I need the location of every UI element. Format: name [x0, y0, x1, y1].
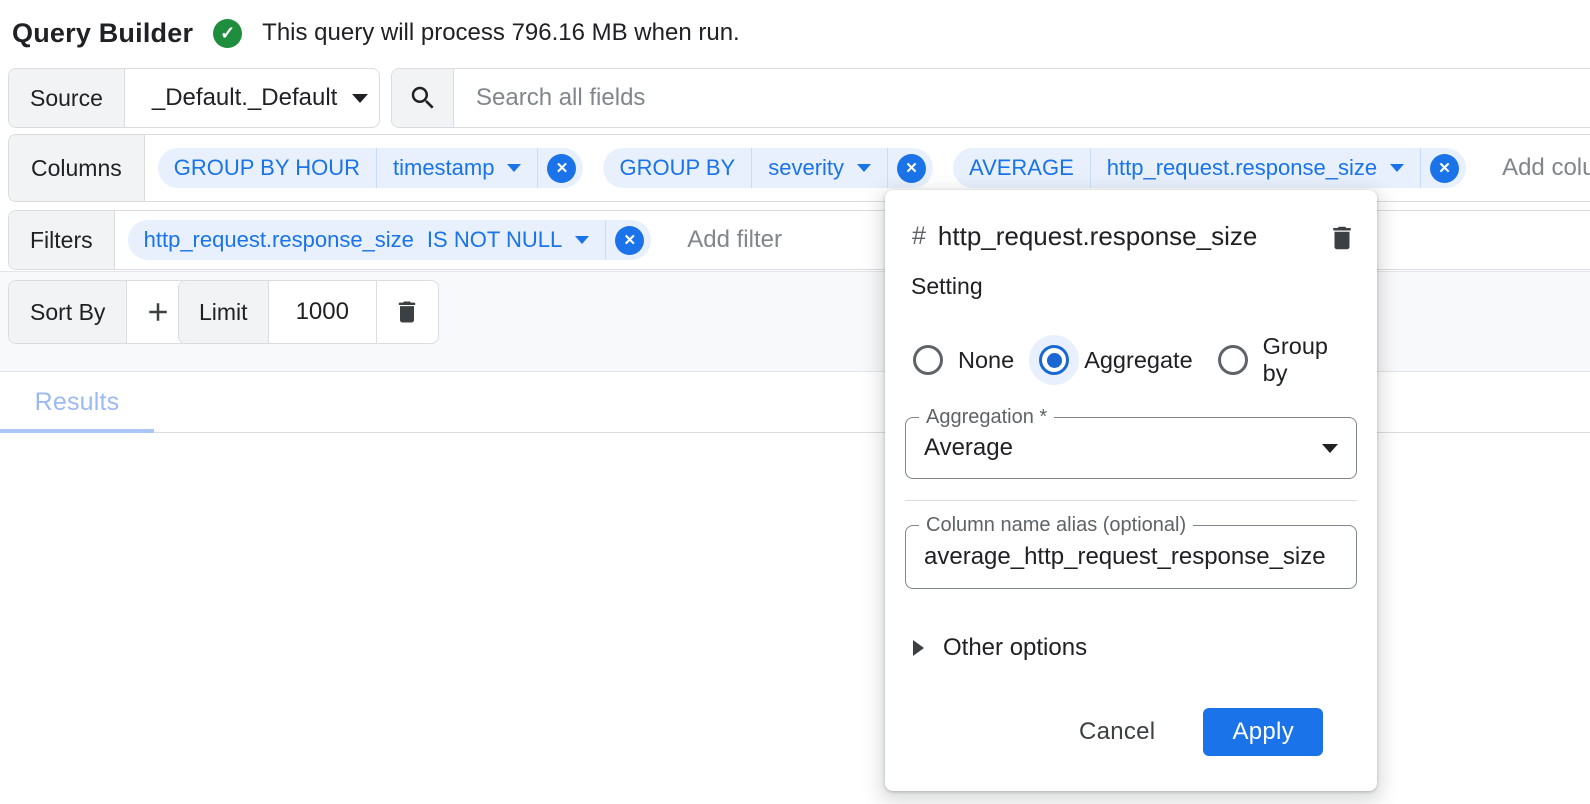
chevron-down-icon [1390, 164, 1404, 172]
chip-divider [537, 148, 538, 188]
chevron-down-icon [857, 164, 871, 172]
close-icon[interactable]: ✕ [897, 154, 926, 183]
aggregation-select-label: Aggregation * [919, 406, 1054, 429]
chip-divider [605, 220, 606, 260]
source-select-value: _Default._Default [152, 84, 337, 112]
filters-label: Filters [9, 211, 115, 269]
limit-value-field[interactable]: 1000 [269, 281, 376, 343]
dialog-title: http_request.response_size [938, 215, 1298, 257]
close-icon[interactable]: ✕ [1430, 154, 1459, 183]
column-chip-severity[interactable]: GROUP BY severity ✕ [603, 148, 933, 188]
source-label: Source [9, 69, 125, 127]
setting-radio-group: None Aggregate Group by [905, 333, 1357, 387]
add-column-input[interactable] [1500, 153, 1590, 183]
limit-box: Limit 1000 [178, 280, 439, 344]
filter-chip-response-size[interactable]: http_request.response_size IS NOT NULL ✕ [128, 220, 652, 260]
chip-operation[interactable]: AVERAGE [953, 155, 1090, 181]
radio-option-none[interactable]: None [913, 345, 1014, 375]
other-options-label: Other options [943, 634, 1087, 662]
sort-by-box: Sort By [8, 280, 189, 344]
expand-arrow-icon [913, 640, 924, 656]
chip-divider [887, 148, 888, 188]
dialog-header: # http_request.response_size [905, 215, 1357, 257]
filter-condition-label: IS NOT NULL [427, 227, 562, 253]
delete-column-button[interactable] [1327, 223, 1357, 253]
chip-field-label: severity [768, 155, 844, 181]
dialog-actions: Cancel Apply [905, 708, 1357, 756]
search-box [391, 68, 1590, 128]
trash-icon [1327, 223, 1357, 253]
radio-option-aggregate[interactable]: Aggregate [1039, 345, 1192, 375]
section-divider [905, 500, 1357, 501]
alias-input[interactable] [924, 543, 1338, 571]
delete-limit-button[interactable] [376, 281, 438, 343]
aggregation-select[interactable]: Aggregation * Average [905, 417, 1357, 479]
chip-field-select[interactable]: http_request.response_size [1091, 155, 1420, 181]
radio-option-group-by[interactable]: Group by [1218, 333, 1357, 387]
chip-field-label: timestamp [393, 155, 494, 181]
close-icon[interactable]: ✕ [615, 226, 644, 255]
number-type-icon: # [912, 222, 926, 251]
column-settings-dialog: # http_request.response_size Setting Non… [885, 190, 1377, 791]
header: Query Builder ✓ This query will process … [0, 0, 1590, 66]
trash-icon [393, 298, 421, 326]
radio-icon[interactable] [1218, 345, 1248, 375]
other-options-expander[interactable]: Other options [905, 634, 1357, 662]
chevron-down-icon [1322, 444, 1338, 453]
chip-field-select[interactable]: severity [752, 155, 887, 181]
alias-field-label: Column name alias (optional) [919, 514, 1193, 537]
sort-by-label: Sort By [9, 281, 127, 343]
search-icon-cell [392, 69, 454, 127]
chip-divider [1420, 148, 1421, 188]
radio-icon[interactable] [913, 345, 943, 375]
page-title: Query Builder [12, 18, 193, 49]
chip-operation[interactable]: GROUP BY HOUR [158, 155, 376, 181]
alias-field-wrapper: Column name alias (optional) [905, 525, 1357, 589]
source-select[interactable]: _Default._Default [125, 69, 380, 127]
chip-operation[interactable]: GROUP BY [603, 155, 751, 181]
search-icon [408, 83, 438, 113]
column-chip-response-size[interactable]: AVERAGE http_request.response_size ✕ [953, 148, 1466, 188]
chevron-down-icon [507, 164, 521, 172]
chip-field-select[interactable]: timestamp [377, 155, 537, 181]
radio-label: Aggregate [1084, 347, 1192, 374]
chevron-down-icon [352, 94, 368, 103]
source-row: Source _Default._Default [8, 68, 1590, 128]
source-box: Source _Default._Default [8, 68, 380, 128]
columns-label: Columns [9, 135, 145, 201]
check-circle-icon: ✓ [213, 19, 242, 48]
radio-label: Group by [1263, 333, 1357, 387]
chevron-down-icon [575, 236, 589, 244]
chip-field-label: http_request.response_size [1107, 155, 1377, 181]
cancel-button[interactable]: Cancel [1073, 717, 1162, 747]
search-input[interactable] [454, 69, 1590, 127]
column-chip-timestamp[interactable]: GROUP BY HOUR timestamp ✕ [158, 148, 584, 188]
limit-label: Limit [179, 281, 269, 343]
query-status-message: This query will process 796.16 MB when r… [262, 19, 740, 47]
tab-results[interactable]: Results [0, 372, 154, 432]
radio-label: None [958, 347, 1014, 374]
setting-heading: Setting [905, 273, 1357, 300]
radio-icon[interactable] [1039, 345, 1069, 375]
plus-icon [143, 297, 173, 327]
aggregation-select-value: Average [924, 434, 1322, 462]
filter-expression[interactable]: http_request.response_size IS NOT NULL [128, 227, 606, 253]
close-icon[interactable]: ✕ [547, 154, 576, 183]
apply-button[interactable]: Apply [1203, 708, 1323, 756]
filter-field-label: http_request.response_size [144, 227, 414, 253]
